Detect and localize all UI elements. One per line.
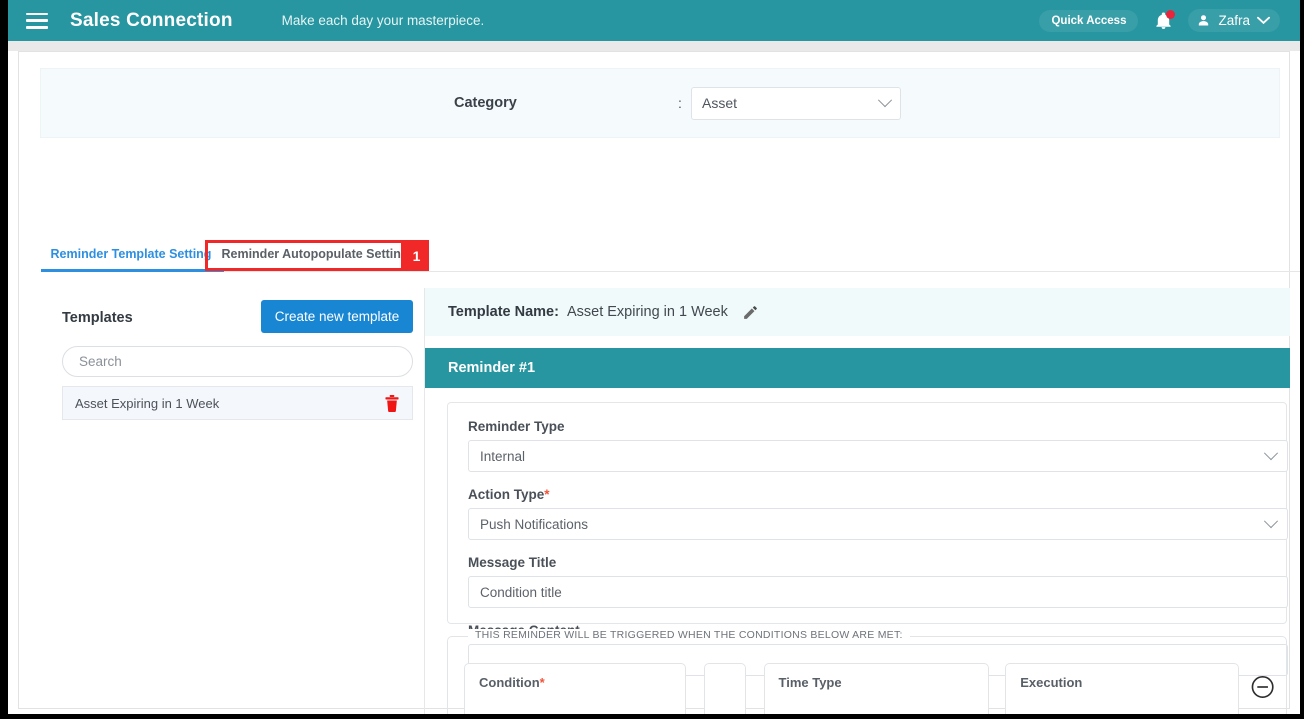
hamburger-menu-icon[interactable] <box>26 12 48 29</box>
template-name-row: Template Name : Asset Expiring in 1 Week <box>425 288 1290 336</box>
action-type-label: Action Type* <box>468 487 1266 502</box>
category-select[interactable]: Asset <box>691 86 901 120</box>
pencil-icon[interactable] <box>742 304 759 321</box>
condition-operator-field[interactable] <box>703 663 746 719</box>
app-tagline: Make each day your masterpiece. <box>281 13 485 28</box>
person-icon <box>1199 15 1209 26</box>
page-top-gutter <box>8 41 1300 51</box>
app-brand-title: Sales Connection <box>70 9 233 31</box>
notification-badge-dot <box>1166 9 1176 19</box>
chevron-down-icon <box>1257 16 1270 25</box>
chevron-down-icon <box>1263 514 1279 529</box>
message-title-label: Message Title <box>468 555 1266 570</box>
window-border-right <box>1300 0 1304 719</box>
action-type-select[interactable]: Push Notifications <box>468 508 1288 540</box>
tab-baseline <box>41 271 1301 272</box>
main-content-card: Category : Asset Reminder Template Setti… <box>18 51 1301 719</box>
template-name-label: Template Name <box>448 304 555 320</box>
message-title-label-text: Message Title <box>468 555 557 570</box>
templates-panel: Templates Create new template Asset Expi… <box>30 288 424 718</box>
category-selected-value: Asset <box>702 95 738 111</box>
template-search-box[interactable] <box>62 346 413 377</box>
active-tab-indicator <box>41 269 224 272</box>
templates-panel-title: Templates <box>62 310 133 326</box>
required-asterisk: * <box>539 675 545 690</box>
settings-tabs: Reminder Template Setting Reminder Autop… <box>30 238 1301 272</box>
page-body: Category : Asset Reminder Template Setti… <box>8 41 1304 719</box>
reminder-type-select[interactable]: Internal <box>468 440 1288 472</box>
template-search-input[interactable] <box>63 347 412 376</box>
tab-reminder-template-setting[interactable]: Reminder Template Setting <box>41 238 221 270</box>
trigger-conditions-fieldset: THIS REMINDER WILL BE TRIGGERED WHEN THE… <box>447 629 1287 719</box>
reminder-form-card: Reminder Type Internal Action Type* Push… <box>447 402 1288 676</box>
message-title-value: Condition title <box>480 584 562 600</box>
message-title-input[interactable]: Condition title <box>468 576 1288 608</box>
annotation-step-badge: 1 <box>404 240 429 271</box>
user-name-label: Zafra <box>1218 13 1250 28</box>
reminder-section-header: Reminder #1 <box>425 348 1290 388</box>
tab-reminder-autopopulate-setting[interactable]: Reminder Autopopulate Setting <box>221 238 408 270</box>
condition-label: Condition <box>479 675 540 690</box>
reminder-type-value: Internal <box>480 448 526 464</box>
create-new-template-button[interactable]: Create new template <box>261 300 413 333</box>
reminder-type-label-text: Reminder Type <box>468 419 565 434</box>
time-type-field[interactable]: Time Type <box>763 663 990 719</box>
execution-field[interactable]: Execution <box>1005 663 1239 719</box>
list-item[interactable]: Asset Expiring in 1 Week <box>62 386 413 420</box>
top-navigation-bar: Sales Connection Make each day your mast… <box>8 0 1300 41</box>
action-type-label-text: Action Type <box>468 487 545 502</box>
template-name-value: Asset Expiring in 1 Week <box>566 304 728 320</box>
required-asterisk: * <box>544 487 550 502</box>
template-item-label: Asset Expiring in 1 Week <box>75 395 220 411</box>
app-screen: Sales Connection Make each day your mast… <box>0 0 1304 719</box>
category-label: Category <box>454 95 517 111</box>
settings-content: Templates Create new template Asset Expi… <box>30 288 1290 719</box>
notifications-button[interactable] <box>1152 9 1176 32</box>
template-name-colon: : <box>554 304 559 320</box>
action-type-value: Push Notifications <box>480 516 589 532</box>
category-filter-panel: Category : Asset <box>40 68 1280 138</box>
reminder-detail-panel: Template Name : Asset Expiring in 1 Week… <box>425 288 1290 719</box>
minus-circle-icon[interactable] <box>1251 675 1274 699</box>
trigger-conditions-legend: THIS REMINDER WILL BE TRIGGERED WHEN THE… <box>468 629 910 641</box>
trash-icon[interactable] <box>384 394 400 412</box>
time-type-label: Time Type <box>778 675 842 690</box>
window-border-left <box>0 0 8 719</box>
category-colon: : <box>678 95 682 111</box>
reminder-type-label: Reminder Type <box>468 419 1266 434</box>
quick-access-button[interactable]: Quick Access <box>1039 9 1139 32</box>
chevron-down-icon <box>877 93 893 108</box>
window-border-bottom <box>0 714 1304 719</box>
template-list: Asset Expiring in 1 Week <box>62 386 413 420</box>
user-menu-button[interactable]: Zafra <box>1188 9 1280 32</box>
topbar-actions: Quick Access Zafra <box>1039 9 1280 32</box>
condition-field[interactable]: Condition* <box>464 663 686 719</box>
chevron-down-icon <box>1263 446 1279 461</box>
execution-label: Execution <box>1020 675 1083 690</box>
condition-row: Condition* Time Type Execution <box>464 663 1274 719</box>
